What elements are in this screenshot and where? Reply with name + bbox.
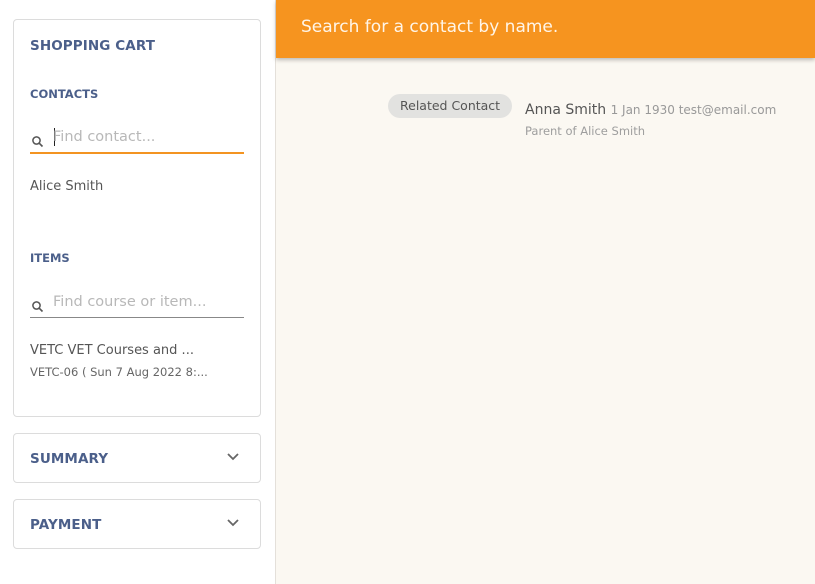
contact-name: Anna Smith: [525, 102, 607, 118]
payment-panel[interactable]: PAYMENT: [13, 499, 261, 549]
summary-panel[interactable]: SUMMARY: [13, 433, 261, 483]
item-search[interactable]: [30, 289, 244, 318]
search-icon: [32, 136, 44, 148]
main-panel: Search for a contact by name. Related Co…: [276, 0, 815, 584]
chevron-down-icon[interactable]: [226, 452, 240, 462]
item-title[interactable]: VETC VET Courses and ...: [30, 343, 194, 358]
payment-title: PAYMENT: [30, 517, 102, 533]
left-panel: SHOPPING CART CONTACTS Alice Smith ITEMS…: [0, 0, 276, 584]
contact-meta: 1 Jan 1930 test@email.com: [610, 103, 777, 117]
related-contact-chip[interactable]: Related Contact: [388, 94, 513, 118]
summary-title: SUMMARY: [30, 451, 109, 467]
related-contact[interactable]: Anna Smith 1 Jan 1930 test@email.com: [525, 102, 776, 118]
items-label: ITEMS: [30, 251, 70, 265]
search-icon: [32, 301, 44, 313]
item-search-input[interactable]: [53, 291, 238, 313]
contact-relation: Parent of Alice Smith: [525, 124, 646, 138]
contact-search-input[interactable]: [53, 126, 238, 148]
contact-search[interactable]: [30, 124, 244, 154]
contact-item[interactable]: Alice Smith: [30, 179, 103, 194]
chevron-down-icon[interactable]: [226, 518, 240, 528]
banner-text: Search for a contact by name.: [301, 17, 559, 37]
item-subtitle: VETC-06 ( Sun 7 Aug 2022 8:...: [30, 365, 208, 379]
info-banner: Search for a contact by name.: [276, 0, 815, 58]
shopping-cart-card: SHOPPING CART CONTACTS Alice Smith ITEMS…: [13, 19, 261, 417]
contacts-label: CONTACTS: [30, 87, 99, 101]
shopping-cart-title: SHOPPING CART: [30, 38, 156, 54]
